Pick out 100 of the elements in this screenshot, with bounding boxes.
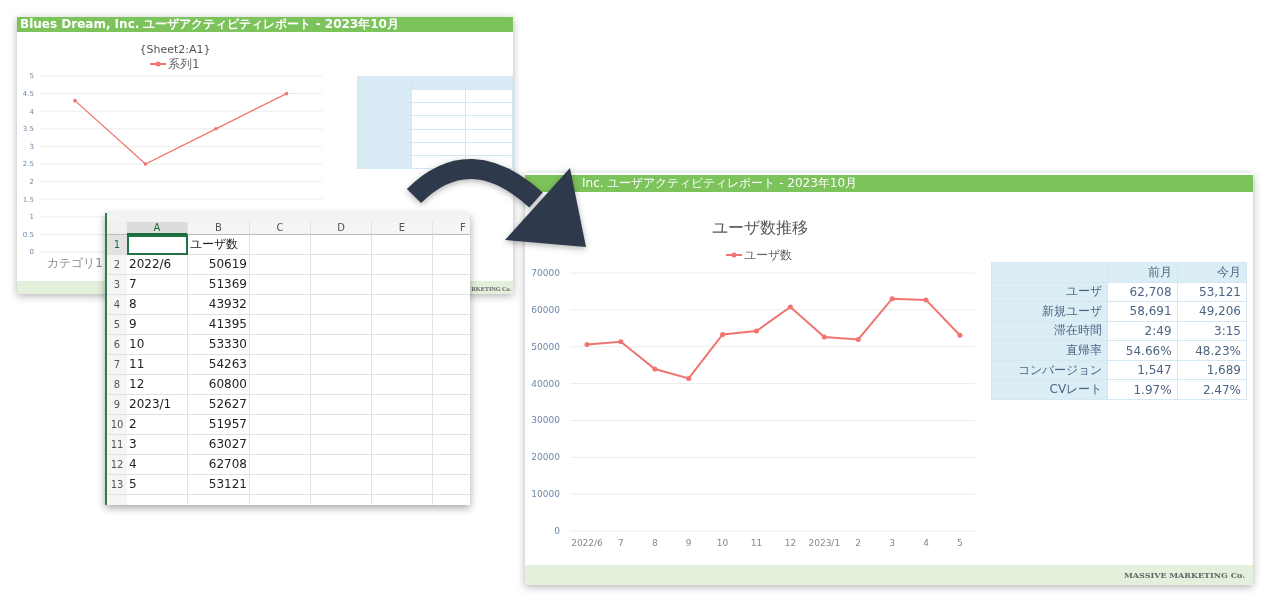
axis-tick-label: 3 [889,538,895,548]
table-cell[interactable] [250,275,311,295]
table-cell[interactable] [311,415,372,435]
table-cell[interactable]: 62708 [188,455,250,475]
table-cell[interactable] [372,235,433,255]
table-cell[interactable]: 10 [127,335,188,355]
table-cell[interactable] [372,295,433,315]
table-cell[interactable]: 51369 [188,275,250,295]
table-cell[interactable] [250,415,311,435]
data-point [889,296,895,302]
slide-header: Inc. ユーザアクティビティレポート - 2023年10月 [525,175,1253,192]
table-cell[interactable] [250,455,311,475]
table-cell[interactable] [372,255,433,275]
table-cell[interactable] [311,275,372,295]
row-header[interactable]: 6 [107,335,127,355]
table-cell[interactable]: 2022/6 [127,255,188,275]
table-cell[interactable] [250,475,311,495]
column-header[interactable]: F [433,222,470,235]
table-cell[interactable]: 9 [127,315,188,335]
table-cell[interactable]: 5 [127,475,188,495]
row-header[interactable]: 4 [107,295,127,315]
table-cell[interactable] [250,255,311,275]
row-header[interactable]: 5 [107,315,127,335]
table-cell[interactable] [311,455,372,475]
table-cell[interactable] [250,435,311,455]
table-cell[interactable] [250,375,311,395]
table-cell[interactable] [311,335,372,355]
axis-tick-label: 2023/1 [808,538,841,548]
table-cell[interactable]: 63027 [188,435,250,455]
column-header[interactable]: D [311,222,372,235]
data-point [143,162,148,166]
table-cell[interactable] [372,415,433,435]
table-cell[interactable] [372,375,433,395]
table-cell[interactable] [372,435,433,455]
table-cell[interactable] [372,335,433,355]
active-cell[interactable] [127,235,188,255]
column-header[interactable]: B [188,222,250,235]
axis-tick-label: 4 [923,538,929,548]
table-cell[interactable] [372,315,433,335]
table-cell[interactable]: 2 [127,415,188,435]
table-cell[interactable] [311,475,372,495]
table-cell[interactable] [372,275,433,295]
table-cell[interactable] [311,375,372,395]
table-cell[interactable] [250,355,311,375]
row-header[interactable]: 13 [107,475,127,495]
row-header[interactable]: 9 [107,395,127,415]
table-cell[interactable]: 11 [127,355,188,375]
table-cell[interactable] [250,395,311,415]
table-cell[interactable]: 54263 [188,355,250,375]
table-cell[interactable]: 4 [127,455,188,475]
table-cell[interactable] [250,315,311,335]
row-header[interactable]: 10 [107,415,127,435]
table-cell[interactable]: 7 [127,275,188,295]
legend-label: 系列1 [168,57,200,71]
table-cell[interactable]: 53121 [188,475,250,495]
table-cell[interactable] [372,455,433,475]
column-header[interactable]: C [250,222,311,235]
axis-tick-label: 10000 [531,489,560,500]
data-point [73,98,77,103]
table-cell[interactable] [250,235,311,255]
table-cell[interactable] [311,235,372,255]
table-cell[interactable]: 50619 [188,255,250,275]
column-header[interactable]: E [372,222,433,235]
table-cell[interactable]: 12 [127,375,188,395]
table-cell[interactable]: 41395 [188,315,250,335]
table-cell[interactable]: 53330 [188,335,250,355]
table-cell[interactable] [311,435,372,455]
table-cell[interactable] [250,335,311,355]
axis-tick-label: 50000 [531,341,560,352]
data-point [821,334,827,340]
table-cell[interactable] [372,395,433,415]
row-header[interactable]: 11 [107,435,127,455]
column-header[interactable]: A [127,222,188,235]
row-header[interactable]: 2 [107,255,127,275]
row-header[interactable]: 12 [107,455,127,475]
table-cell[interactable]: 52627 [188,395,250,415]
row-header[interactable]: 8 [107,375,127,395]
table-cell[interactable] [311,255,372,275]
row-label: 滞在時間 [991,321,1108,341]
data-point [855,337,861,342]
table-cell[interactable] [372,355,433,375]
footer-text: MASSIVE MARKETING Co. [1124,570,1245,580]
table-cell[interactable] [372,475,433,495]
table-cell[interactable] [250,295,311,315]
table-cell[interactable]: 2023/1 [127,395,188,415]
table-cell[interactable] [311,315,372,335]
row-header[interactable]: 7 [107,355,127,375]
axis-tick-label: 10 [716,538,729,548]
table-cell[interactable]: 43932 [188,295,250,315]
table-cell[interactable] [311,355,372,375]
row-header[interactable]: 3 [107,275,127,295]
table-cell[interactable]: 51957 [188,415,250,435]
table-cell[interactable] [311,395,372,415]
table-cell[interactable]: 8 [127,295,188,315]
table-cell[interactable]: ユーザ数 [188,235,250,255]
table-cell[interactable]: 60800 [188,375,250,395]
select-all-corner[interactable] [107,222,127,235]
table-cell[interactable]: 3 [127,435,188,455]
row-header[interactable]: 1 [107,235,127,255]
table-cell[interactable] [311,295,372,315]
